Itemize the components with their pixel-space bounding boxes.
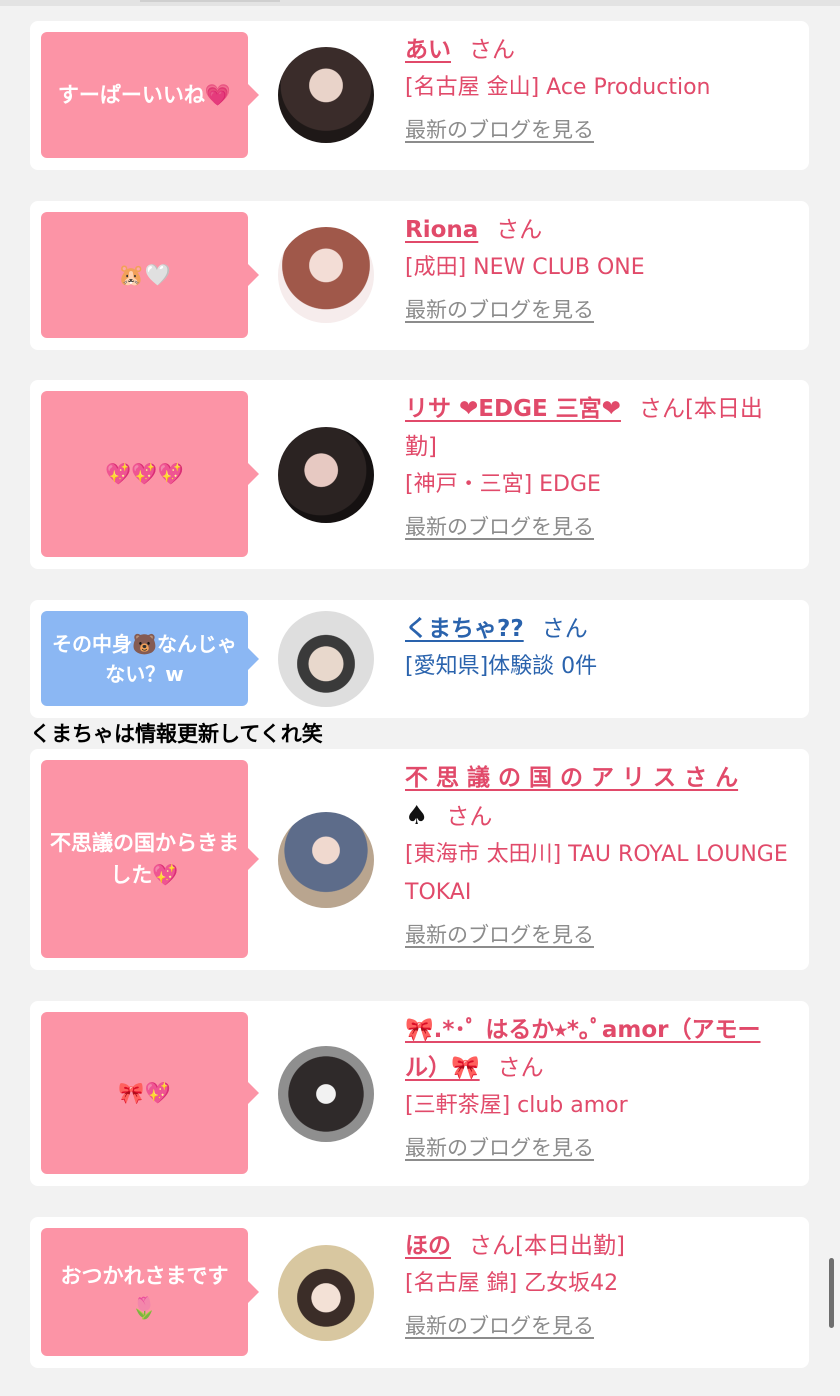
latest-blog-link[interactable]: 最新のブログを見る bbox=[405, 1129, 594, 1167]
like-card: その中身🐻なんじゃない？w くまちゃ?? さん [愛知県]体験談 0件 bbox=[30, 600, 809, 718]
user-name-link[interactable]: 🎀.*･ﾟ はるか⭑*｡ﾟamor（アモール）🎀 bbox=[405, 1017, 761, 1081]
shop-label: [神戸・三宮] EDGE bbox=[405, 472, 601, 497]
shop-label: [成田] NEW CLUB ONE bbox=[405, 255, 645, 280]
user-name-link[interactable]: あい bbox=[405, 37, 451, 63]
shop-label: [東海市 太田川] TAU ROYAL LOUNGE TOKAI bbox=[405, 842, 788, 905]
avatar[interactable] bbox=[278, 427, 374, 523]
name-line: 🎀.*･ﾟ はるか⭑*｡ﾟamor（アモール）🎀 さん bbox=[405, 1011, 791, 1087]
card-info: 🎀.*･ﾟ はるか⭑*｡ﾟamor（アモール）🎀 さん [三軒茶屋] club a… bbox=[405, 1011, 791, 1167]
user-name-link[interactable]: ほの bbox=[405, 1233, 451, 1259]
avatar[interactable] bbox=[278, 1046, 374, 1142]
user-name-link[interactable]: リサ ❤EDGE 三宮❤ bbox=[405, 396, 621, 422]
top-divider-tick bbox=[140, 0, 280, 2]
scrollbar-thumb[interactable] bbox=[829, 1258, 834, 1328]
caption-note: くまちゃは情報更新してくれ笑 bbox=[30, 722, 323, 746]
like-card: 🐹🤍 Riona さん [成田] NEW CLUB ONE 最新のブログを見る bbox=[30, 201, 809, 350]
shop-label: [愛知県]体験談 0件 bbox=[405, 654, 598, 679]
user-name-link[interactable]: くまちゃ?? bbox=[405, 616, 524, 642]
card-info: ほの さん[本日出勤] [名古屋 錦] 乙女坂42 最新のブログを見る bbox=[405, 1227, 791, 1345]
honorific: さん bbox=[497, 1055, 544, 1081]
avatar[interactable] bbox=[278, 611, 374, 707]
latest-blog-link[interactable]: 最新のブログを見る bbox=[405, 1307, 594, 1345]
honorific: さん bbox=[541, 616, 588, 642]
latest-blog-link[interactable]: 最新のブログを見る bbox=[405, 291, 594, 329]
comment-bubble: おつかれさまです🌷 bbox=[41, 1228, 259, 1356]
comment-bubble: 💖💖💖 bbox=[41, 391, 259, 557]
comment-bubble: 🎀💖 bbox=[41, 1012, 259, 1174]
like-card: 💖💖💖 リサ ❤EDGE 三宮❤ さん[本日出勤] [神戸・三宮] EDGE 最新… bbox=[30, 380, 809, 569]
user-name-link[interactable]: 不 思 議 の 国 の ア リ ス さ ん bbox=[405, 765, 738, 791]
card-info: Riona さん [成田] NEW CLUB ONE 最新のブログを見る bbox=[405, 211, 791, 329]
name-line: リサ ❤EDGE 三宮❤ さん[本日出勤] bbox=[405, 390, 791, 466]
honorific: さん bbox=[496, 217, 543, 243]
latest-blog-link[interactable]: 最新のブログを見る bbox=[405, 508, 594, 546]
user-name-link[interactable]: Riona bbox=[405, 217, 478, 243]
comment-bubble: 不思議の国からきました💖 bbox=[41, 760, 259, 958]
card-info: くまちゃ?? さん [愛知県]体験談 0件 bbox=[405, 610, 791, 686]
avatar[interactable] bbox=[278, 47, 374, 143]
honorific: さん[本日出勤] bbox=[469, 1233, 625, 1259]
avatar[interactable] bbox=[278, 812, 374, 908]
card-info: 不 思 議 の 国 の ア リ ス さ ん ♠ さん [東海市 太田川] TAU … bbox=[405, 759, 791, 954]
shop-label: [名古屋 金山] Ace Production bbox=[405, 75, 711, 100]
name-line: 不 思 議 の 国 の ア リ ス さ ん ♠ さん bbox=[405, 759, 791, 836]
top-divider bbox=[0, 0, 840, 6]
comment-bubble: その中身🐻なんじゃない？w bbox=[41, 611, 259, 706]
like-card: おつかれさまです🌷 ほの さん[本日出勤] [名古屋 錦] 乙女坂42 最新のブロ… bbox=[30, 1217, 809, 1368]
name-line: あい さん bbox=[405, 31, 791, 69]
like-card: 🎀💖 🎀.*･ﾟ はるか⭑*｡ﾟamor（アモール）🎀 さん [三軒茶屋] clu… bbox=[30, 1001, 809, 1186]
card-info: リサ ❤EDGE 三宮❤ さん[本日出勤] [神戸・三宮] EDGE 最新のブログ… bbox=[405, 390, 791, 546]
latest-blog-link[interactable]: 最新のブログを見る bbox=[405, 916, 594, 954]
name-line: くまちゃ?? さん bbox=[405, 610, 791, 648]
like-card: 不思議の国からきました💖 不 思 議 の 国 の ア リ ス さ ん ♠ さん [… bbox=[30, 749, 809, 970]
name-line: ほの さん[本日出勤] bbox=[405, 1227, 791, 1265]
shop-label: [三軒茶屋] club amor bbox=[405, 1093, 628, 1118]
card-info: あい さん [名古屋 金山] Ace Production 最新のブログを見る bbox=[405, 31, 791, 149]
shop-label: [名古屋 錦] 乙女坂42 bbox=[405, 1271, 619, 1296]
latest-blog-link[interactable]: 最新のブログを見る bbox=[405, 111, 594, 149]
honorific: さん bbox=[446, 804, 493, 830]
comment-bubble: 🐹🤍 bbox=[41, 212, 259, 338]
spade-icon: ♠ bbox=[405, 801, 429, 831]
comment-bubble: すーぱーいいね💗 bbox=[41, 32, 259, 158]
like-card: すーぱーいいね💗 あい さん [名古屋 金山] Ace Production 最新… bbox=[30, 21, 809, 170]
avatar[interactable] bbox=[278, 1245, 374, 1341]
avatar[interactable] bbox=[278, 227, 374, 323]
honorific: さん bbox=[469, 37, 515, 63]
name-line: Riona さん bbox=[405, 211, 791, 249]
